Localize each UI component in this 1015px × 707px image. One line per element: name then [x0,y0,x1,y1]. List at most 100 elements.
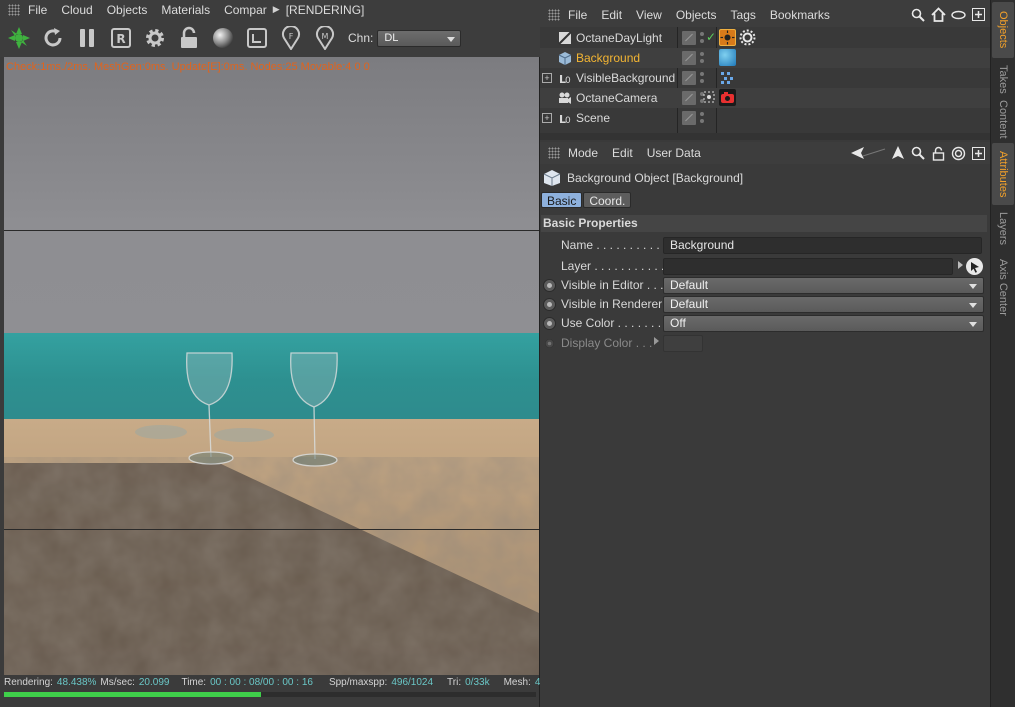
attribute-title-text: Background Object [Background] [567,171,744,185]
viewer-menu-objects[interactable]: Objects [107,3,148,17]
viewer-menu-cloud[interactable]: Cloud [61,3,92,17]
object-name[interactable]: Scene [576,111,686,125]
visibility-toggle[interactable] [682,31,696,45]
compositing-tag-icon[interactable] [719,69,736,86]
side-tab-layers[interactable]: Layers [992,207,1014,251]
target-icon[interactable] [950,145,966,161]
panel-grip-icon[interactable] [548,8,560,21]
visible-in-editor-select[interactable]: Default [663,277,984,294]
animate-radio-icon[interactable] [543,317,556,330]
status-mesh-label: Mesh: [503,676,531,688]
expand-toggle-icon[interactable]: + [542,113,552,123]
prop-visible-editor-label: Visible in Editor . . . [561,278,664,292]
prop-display-color-label: Display Color . . . [561,336,653,350]
visibility-toggle[interactable] [682,111,696,125]
lock-icon[interactable] [930,145,946,161]
refresh-icon[interactable] [38,23,68,53]
editor-render-dots[interactable] [700,72,704,84]
side-tab-content[interactable]: Content [992,100,1014,140]
new-panel-icon[interactable] [970,145,986,161]
editor-render-dots[interactable] [700,112,704,124]
attr-menu-edit[interactable]: Edit [612,146,633,160]
layer-field[interactable] [663,258,953,275]
name-field[interactable]: Background [663,237,982,254]
attr-menu-mode[interactable]: Mode [568,146,598,160]
back-arrow-icon[interactable] [850,145,886,161]
home-icon[interactable] [930,7,946,23]
enabled-check-icon[interactable]: ✓ [706,30,716,44]
panel-grip-icon[interactable] [8,3,20,16]
texture-tag-icon[interactable] [719,49,736,66]
material-ball-icon[interactable] [208,23,238,53]
object-name[interactable]: Background [576,51,686,65]
render-progress-fill [4,692,262,697]
side-tab-attributes[interactable]: Attributes [992,143,1014,205]
obj-menu-tags[interactable]: Tags [731,8,756,22]
tab-basic[interactable]: Basic [541,192,583,208]
visibility-toggle[interactable] [682,51,696,65]
object-row-octanedaylight[interactable]: OctaneDayLight ✓ [540,28,990,48]
prop-layer-label: Layer . . . . . . . . . . . [561,259,665,273]
visible-in-renderer-select[interactable]: Default [663,296,984,313]
object-name[interactable]: OctaneCamera [576,91,686,105]
tab-coord[interactable]: Coord. [583,192,632,208]
object-row-octanecamera[interactable]: OctaneCamera [540,88,990,108]
object-name[interactable]: OctaneDayLight [576,31,686,45]
obj-menu-file[interactable]: File [568,8,587,22]
viewer-menu-compare[interactable]: Compar [224,3,267,17]
pause-icon[interactable] [72,23,102,53]
animate-radio-icon[interactable] [543,279,556,292]
visibility-toggle[interactable] [682,91,696,105]
lock-icon[interactable] [174,23,204,53]
channel-select[interactable]: DL [377,29,462,47]
object-row-background[interactable]: Background [540,48,990,68]
eye-toggle-icon[interactable] [950,7,966,23]
side-tab-takes[interactable]: Takes [992,60,1014,98]
octane-logo-icon[interactable] [4,23,34,53]
new-panel-icon[interactable] [970,7,986,23]
obj-menu-edit[interactable]: Edit [601,8,622,22]
search-icon[interactable] [910,145,926,161]
viewer-menu-file[interactable]: File [28,3,47,17]
render-preview[interactable] [4,57,539,675]
daylight-tag-icon[interactable] [719,29,736,46]
rendering-status-tag: [RENDERING] [285,2,365,17]
editor-render-dots[interactable] [700,52,704,64]
menu-overflow-arrow-icon[interactable]: ▶ [273,4,280,15]
cursor-icon[interactable] [890,145,906,161]
obj-menu-bookmarks[interactable]: Bookmarks [770,8,830,22]
region-render-icon[interactable]: R [106,23,136,53]
object-name[interactable]: VisibleBackground [576,71,686,85]
svg-text:F: F [289,32,294,41]
layer-menu-arrow-icon[interactable] [958,261,963,269]
prop-use-color-row: Use Color . . . . . . . Off [540,314,990,333]
editor-render-dots[interactable] [700,32,704,44]
layer-pick-icon[interactable] [966,258,983,275]
octane-live-viewer: File Cloud Objects Materials Compar ▶ [R… [0,0,540,707]
target-tag-icon[interactable] [702,90,716,104]
animate-radio-icon[interactable] [543,298,556,311]
material-pick-icon[interactable]: M [310,23,340,53]
crop-icon[interactable] [242,23,272,53]
sun-settings-tag-icon[interactable] [739,29,756,46]
side-tab-strip: Objects Takes Content Attributes Layers … [990,0,1015,707]
object-row-scene[interactable]: + L0 Scene [540,108,990,128]
camera-tag-icon[interactable] [719,89,736,106]
expand-toggle-icon[interactable]: + [542,73,552,83]
side-tab-objects[interactable]: Objects [992,2,1014,58]
search-icon[interactable] [910,7,926,23]
focus-pick-icon[interactable]: F [276,23,306,53]
attr-menu-user-data[interactable]: User Data [647,146,701,160]
side-tab-axis-center[interactable]: Axis Center [992,253,1014,321]
object-row-visiblebackground[interactable]: + L0 VisibleBackground [540,68,990,88]
daylight-object-icon [558,31,572,45]
viewer-menu-materials[interactable]: Materials [161,3,210,17]
obj-menu-objects[interactable]: Objects [676,8,717,22]
visibility-toggle[interactable] [682,71,696,85]
obj-menu-view[interactable]: View [636,8,662,22]
settings-gear-icon[interactable] [140,23,170,53]
panel-grip-icon[interactable] [548,147,560,159]
use-color-select[interactable]: Off [663,315,984,332]
render-progress-bar [4,692,536,697]
svg-text:0: 0 [565,76,571,85]
